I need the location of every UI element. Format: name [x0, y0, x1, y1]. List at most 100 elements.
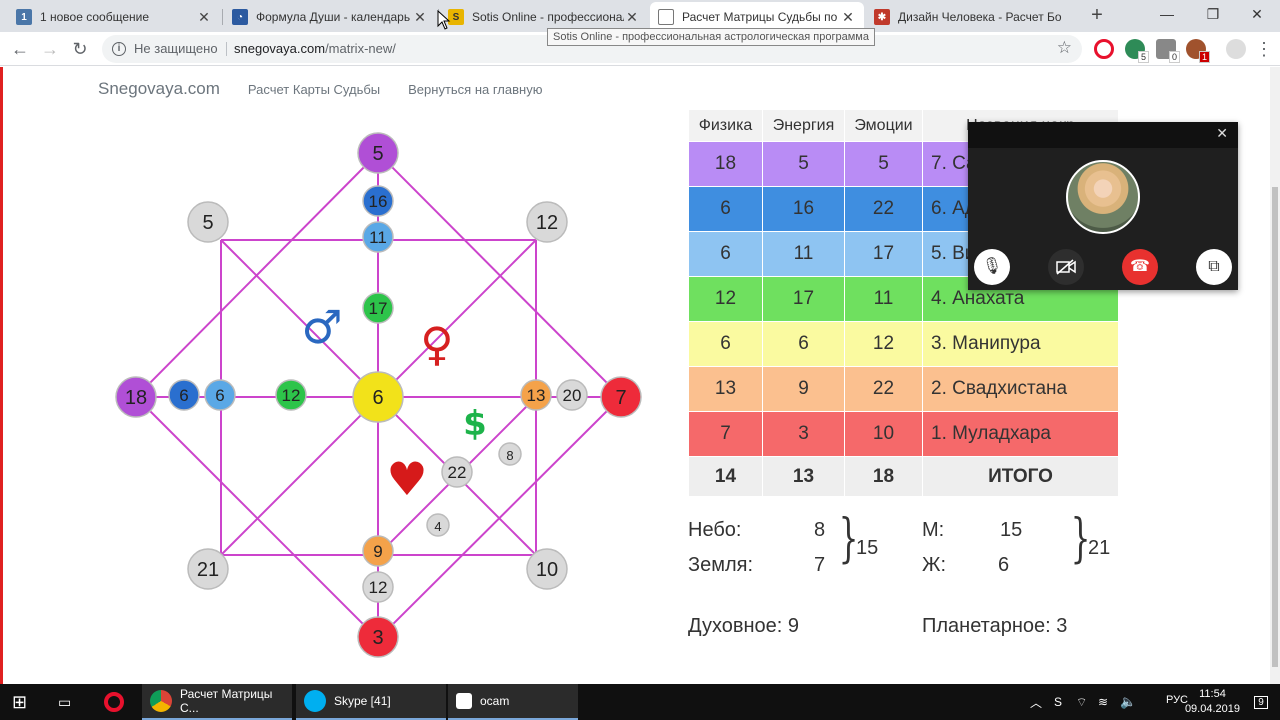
matrix-node-value: 3 — [372, 627, 383, 649]
table-cell: 17 — [762, 276, 845, 322]
table-cell: 12 — [688, 276, 763, 322]
table-cell: 6 — [762, 321, 845, 367]
window-close-button[interactable]: ✕ — [1234, 0, 1280, 30]
table-cell: 7 — [688, 411, 763, 457]
video-off-icon[interactable] — [1048, 249, 1084, 285]
restore-button[interactable]: ❐ — [1190, 0, 1236, 30]
close-tab-icon[interactable]: ✕ — [412, 9, 428, 26]
microphone-icon[interactable]: 🎙 — [974, 249, 1010, 285]
col-physics: Физика — [688, 109, 763, 142]
table-cell: 6 — [688, 231, 763, 277]
document-icon — [658, 9, 674, 25]
chakra-name: 1. Муладхара — [922, 411, 1119, 457]
earth-value: 7 — [814, 554, 826, 576]
url-path: /matrix-new/ — [325, 41, 396, 56]
extension-badge: 0 — [1168, 51, 1180, 63]
matrix-node-value: 8 — [506, 448, 513, 463]
table-row: 7 3 10 1. Муладхара — [688, 411, 1119, 457]
taskbar-app-ocam[interactable]: ocam — [448, 684, 578, 720]
nav-link-destiny-card[interactable]: Расчет Карты Судьбы — [248, 82, 380, 97]
new-tab-button[interactable]: + — [1086, 4, 1108, 26]
sky-label: Небо: — [688, 519, 742, 541]
skype-call-window[interactable]: ✕ 🎙 ☎ ⧉ — [968, 122, 1238, 290]
table-cell: 18 — [688, 141, 763, 187]
table-cell: 11 — [844, 276, 923, 322]
matrix-node-value: 9 — [373, 542, 382, 561]
site-navbar: Snegovaya.com Расчет Карты Судьбы Вернут… — [98, 79, 570, 99]
table-cell: 9 — [762, 366, 845, 412]
hang-up-icon[interactable]: ☎ — [1122, 249, 1158, 285]
security-status[interactable]: Не защищено — [134, 41, 218, 56]
tab-vk[interactable]: 1 1 новое сообщение ✕ — [8, 2, 220, 32]
skype-titlebar[interactable]: ✕ — [968, 122, 1238, 148]
tab-tooltip: Sotis Online - профессиональная астролог… — [547, 28, 875, 46]
tab-title: Расчет Матрицы Судьбы по М — [682, 10, 840, 24]
sky-value: 8 — [814, 519, 826, 541]
table-row: 6 6 12 3. Манипура — [688, 321, 1119, 367]
info-icon[interactable]: i — [112, 42, 126, 56]
table-cell: 5 — [844, 141, 923, 187]
task-view-icon[interactable]: ▭ — [58, 684, 82, 720]
table-total-row: 14 13 18 ИТОГО — [688, 456, 1119, 497]
matrix-node-value: 16 — [369, 192, 388, 211]
tab-title: Формула Души - календарь — [256, 10, 411, 24]
close-tab-icon[interactable]: ✕ — [840, 9, 856, 26]
minimize-button[interactable]: — — [1144, 0, 1190, 30]
tray-volume-icon[interactable]: 🔈 — [1120, 684, 1136, 720]
back-icon[interactable]: ← — [8, 37, 32, 61]
skype-icon — [304, 690, 326, 712]
matrix-node-value: 12 — [282, 386, 301, 405]
tab-design[interactable]: ✱ Дизайн Человека - Расчет Бо — [866, 2, 1078, 32]
close-icon[interactable]: ✕ — [1216, 125, 1228, 142]
windows-start-icon[interactable]: ⊞ — [12, 684, 36, 720]
ocam-icon — [456, 693, 472, 709]
tray-wifi-icon[interactable]: ≋ — [1098, 684, 1108, 720]
tray-network-icon[interactable]: ⌔ — [1076, 684, 1087, 720]
site-brand-link[interactable]: Snegovaya.com — [98, 79, 220, 99]
profile-avatar[interactable] — [1226, 39, 1246, 59]
opera-icon[interactable] — [1094, 39, 1114, 59]
table-cell: 6 — [688, 186, 763, 232]
total-cell: 14 — [688, 456, 763, 497]
f-value: 6 — [998, 554, 1010, 576]
matrix-node-value: 5 — [372, 143, 383, 165]
tab-title: Sotis Online - профессиональ — [472, 10, 624, 24]
reload-icon[interactable]: ↻ — [68, 37, 92, 61]
tray-chevron-icon[interactable]: ︿ — [1030, 684, 1042, 720]
puzzle-icon[interactable]: 0 — [1156, 39, 1180, 63]
notifications-icon[interactable]: 9 — [1250, 684, 1272, 720]
table-cell: 12 — [844, 321, 923, 367]
taskbar-app-chrome[interactable]: Расчет Матрицы С... — [142, 684, 292, 720]
bookmark-star-icon[interactable]: ☆ — [1057, 38, 1072, 58]
taskbar-app-skype[interactable]: Skype [41] — [296, 684, 446, 720]
scrollbar-thumb[interactable] — [1272, 187, 1278, 667]
close-tab-icon[interactable]: ✕ — [624, 9, 640, 26]
m-value: 15 — [1000, 519, 1023, 541]
nav-link-home[interactable]: Вернуться на главную — [408, 82, 542, 97]
design-icon: ✱ — [874, 9, 890, 25]
clock-date: 09.04.2019 — [1184, 703, 1240, 715]
system-clock[interactable]: 11:54 09.04.2019 — [1185, 687, 1240, 717]
col-energy: Энергия — [762, 109, 845, 142]
m-label: М: — [922, 519, 945, 541]
taskbar-app-label: Расчет Матрицы С... — [180, 687, 273, 715]
extension-badge: 5 — [1137, 51, 1149, 63]
close-tab-icon[interactable]: ✕ — [196, 9, 212, 26]
badge-icon[interactable]: 1 — [1186, 39, 1210, 63]
tray-skype-icon[interactable]: S — [1054, 684, 1062, 720]
tab-formula[interactable]: ◔ Формула Души - календарь ✕ — [224, 2, 436, 32]
minimize-window-icon[interactable]: ⧉ — [1196, 249, 1232, 285]
chakra-name: 3. Манипура — [922, 321, 1119, 367]
forward-icon[interactable]: → — [38, 37, 62, 61]
table-cell: 5 — [762, 141, 845, 187]
menu-icon[interactable]: ⋮ — [1252, 37, 1276, 61]
page-scrollbar[interactable] — [1270, 67, 1280, 684]
opera-taskbar-icon[interactable] — [104, 684, 128, 720]
url-text[interactable]: snegovaya.com/matrix-new/ — [234, 41, 396, 56]
total-cell: 13 — [762, 456, 845, 497]
table-cell: 13 — [688, 366, 763, 412]
matrix-node-value: 22 — [448, 463, 467, 482]
matrix-node-value: 7 — [615, 387, 626, 409]
shield-icon[interactable]: 5 — [1125, 39, 1149, 63]
table-row: 13 9 22 2. Свадхистана — [688, 366, 1119, 412]
